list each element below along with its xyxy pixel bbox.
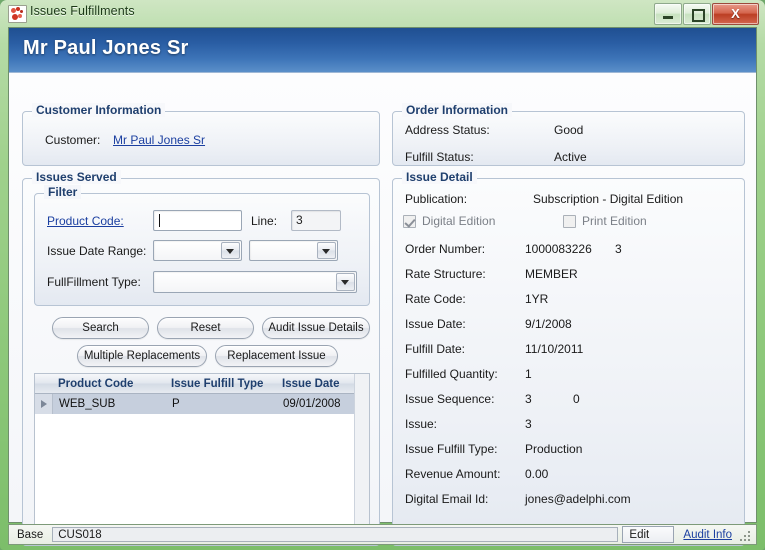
- column-header-product-code[interactable]: Product Code: [52, 378, 165, 390]
- order-number-label: Order Number:: [405, 242, 485, 256]
- digital-email-id-label: Digital Email Id:: [405, 492, 488, 506]
- page-title: Mr Paul Jones Sr: [23, 37, 188, 60]
- digital-email-id-value: jones@adelphi.com: [525, 492, 631, 506]
- app-cherries-icon: [8, 5, 27, 23]
- issue-detail-legend: Issue Detail: [402, 170, 477, 184]
- issue-label: Issue:: [405, 417, 437, 431]
- window-controls: X: [653, 3, 759, 24]
- checkbox-checked-icon[interactable]: [403, 215, 416, 228]
- issues-grid[interactable]: Product Code Issue Fulfill Type Issue Da…: [34, 373, 370, 537]
- order-number-value: 1000083226: [525, 242, 592, 256]
- rate-structure-label: Rate Structure:: [405, 267, 486, 281]
- chevron-down-icon[interactable]: [221, 242, 240, 259]
- maximize-button[interactable]: [683, 3, 711, 25]
- table-row[interactable]: WEB_SUB P 09/01/2008: [35, 394, 369, 414]
- issue-date-to-combo[interactable]: [249, 240, 338, 261]
- issue-fulfill-type-value: Production: [525, 442, 582, 456]
- issue-value: 3: [525, 417, 532, 431]
- audit-issue-details-button[interactable]: Audit Issue Details: [262, 317, 370, 339]
- column-header-issue-fulfill-type[interactable]: Issue Fulfill Type: [165, 378, 276, 390]
- status-bar: Base CUS018 Edit Audit Info: [8, 524, 757, 545]
- text-caret: [159, 214, 160, 227]
- close-button[interactable]: X: [712, 3, 759, 25]
- reset-button[interactable]: Reset: [157, 317, 254, 339]
- line-label: Line:: [251, 214, 277, 228]
- rate-code-label: Rate Code:: [405, 292, 466, 306]
- base-label: Base: [9, 529, 50, 541]
- window-title: Issues Fulfillments: [30, 4, 135, 18]
- revenue-amount-label: Revenue Amount:: [405, 467, 500, 481]
- filter-group: Filter Product Code: Line: 3 Issue Date …: [34, 193, 370, 306]
- fulfill-date-value: 11/10/2011: [525, 342, 583, 356]
- issue-sequence-label: Issue Sequence:: [405, 392, 494, 406]
- fulfillment-type-combo[interactable]: [153, 271, 357, 293]
- issues-served-group: Issues Served Filter Product Code: Line:…: [22, 178, 380, 546]
- fulfillment-type-label: FullFillment Type:: [47, 275, 141, 289]
- issue-date-value: 9/1/2008: [525, 317, 572, 331]
- rate-structure-value: MEMBER: [525, 267, 578, 281]
- client-area: Mr Paul Jones Sr Customer Information Cu…: [8, 27, 757, 523]
- form-body: Customer Information Customer: Mr Paul J…: [9, 73, 756, 522]
- cell-product-code: WEB_SUB: [53, 398, 166, 410]
- address-status-label: Address Status:: [405, 123, 490, 137]
- edit-button[interactable]: Edit: [622, 526, 674, 543]
- row-selector-arrow-icon: [35, 394, 53, 414]
- order-information-legend: Order Information: [402, 103, 512, 117]
- address-status-value: Good: [554, 123, 583, 137]
- issue-sequence-value-2: 0: [573, 392, 580, 406]
- checkbox-unchecked-icon[interactable]: [563, 215, 576, 228]
- page-header: Mr Paul Jones Sr: [9, 28, 756, 73]
- order-information-group: Order Information Address Status: Good F…: [392, 111, 745, 166]
- issues-served-legend: Issues Served: [32, 170, 121, 184]
- title-bar: Issues Fulfillments X: [0, 0, 765, 27]
- order-number-value-2: 3: [615, 242, 622, 256]
- grid-vertical-scrollbar[interactable]: [354, 374, 369, 536]
- replacement-issue-button[interactable]: Replacement Issue: [215, 345, 338, 367]
- publication-value: Subscription - Digital Edition: [533, 192, 683, 206]
- customer-information-group: Customer Information Customer: Mr Paul J…: [22, 111, 380, 166]
- chevron-down-icon[interactable]: [336, 273, 355, 291]
- issue-sequence-value: 3: [525, 392, 532, 406]
- audit-info-link[interactable]: Audit Info: [674, 529, 740, 541]
- issue-date-from-combo[interactable]: [153, 240, 242, 261]
- revenue-amount-value: 0.00: [525, 467, 548, 481]
- issue-date-range-label: Issue Date Range:: [47, 244, 146, 258]
- fulfill-date-label: Fulfill Date:: [405, 342, 465, 356]
- customer-link[interactable]: Mr Paul Jones Sr: [113, 133, 205, 147]
- search-button[interactable]: Search: [52, 317, 149, 339]
- product-code-input[interactable]: [153, 210, 242, 231]
- customer-information-legend: Customer Information: [32, 103, 165, 117]
- multiple-replacements-button[interactable]: Multiple Replacements: [77, 345, 207, 367]
- issue-date-label: Issue Date:: [405, 317, 466, 331]
- digital-edition-checkbox[interactable]: Digital Edition: [403, 214, 495, 228]
- close-icon: X: [713, 6, 758, 21]
- grid-header-row: Product Code Issue Fulfill Type Issue Da…: [35, 374, 369, 394]
- chevron-down-icon[interactable]: [317, 242, 336, 259]
- minimize-button[interactable]: [654, 3, 682, 25]
- issue-detail-group: Issue Detail Publication: Subscription -…: [392, 178, 745, 546]
- customer-label: Customer:: [45, 133, 100, 147]
- fulfill-status-label: Fulfill Status:: [405, 150, 474, 164]
- application-window: Issues Fulfillments X Mr Paul Jones Sr C…: [0, 0, 765, 550]
- line-input[interactable]: 3: [291, 210, 341, 231]
- maximize-icon: [692, 9, 705, 22]
- fulfill-status-value: Active: [554, 150, 587, 164]
- cell-issue-fulfill-type: P: [166, 398, 277, 410]
- resize-grip-icon[interactable]: [740, 528, 753, 541]
- digital-edition-label: Digital Edition: [422, 214, 495, 228]
- publication-label: Publication:: [405, 192, 467, 206]
- rate-code-value: 1YR: [525, 292, 548, 306]
- print-edition-label: Print Edition: [582, 214, 647, 228]
- print-edition-checkbox[interactable]: Print Edition: [563, 214, 647, 228]
- base-value-field[interactable]: CUS018: [52, 527, 618, 542]
- minimize-icon: [663, 16, 673, 19]
- filter-legend: Filter: [44, 185, 81, 199]
- fulfilled-quantity-label: Fulfilled Quantity:: [405, 367, 498, 381]
- issue-fulfill-type-label: Issue Fulfill Type:: [405, 442, 497, 456]
- fulfilled-quantity-value: 1: [525, 367, 532, 381]
- product-code-label[interactable]: Product Code:: [47, 214, 124, 228]
